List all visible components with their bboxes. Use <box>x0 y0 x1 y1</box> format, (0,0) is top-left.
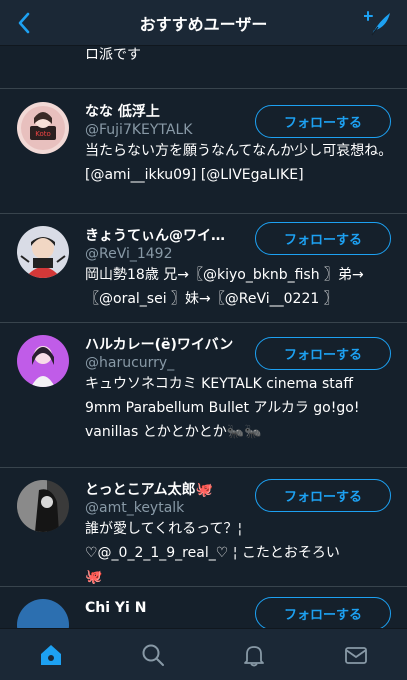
top-nav-bar: おすすめユーザー <box>0 0 407 46</box>
user-name: とっとこアム太郎🐙 <box>85 482 214 498</box>
user-bio: 岡山勢18歳 兄→〖@kiyo_bknb_fish 〗弟→〖@oral_sei … <box>85 267 364 307</box>
user-name: ハルカレー(ё)ワイバン <box>85 337 234 353</box>
user-bio: 誰が愛してくれるって？¦ ♡@_0_2_1_9_real_♡ ¦ こたとおそろい… <box>85 521 340 585</box>
user-name: Chi Yi N <box>85 600 147 616</box>
user-card[interactable]: Koto なな 低浮上 @Fuji7KEYTALK 当たらない方を願うなんてなん… <box>0 89 407 213</box>
bell-icon <box>244 645 265 666</box>
user-bio: キュウソネコカミ KEYTALK cinema staff 9mm Parabe… <box>85 376 360 440</box>
search-icon <box>142 644 164 666</box>
compose-tweet-button[interactable] <box>363 8 393 38</box>
tab-home[interactable] <box>21 635 81 675</box>
compose-feather-icon <box>364 11 390 36</box>
user-name: なな 低浮上 <box>85 104 160 120</box>
partial-bio-text: ロ派です <box>85 47 141 63</box>
avatar[interactable] <box>16 335 69 387</box>
page-title: おすすめユーザー <box>139 14 268 34</box>
recommended-users-list[interactable]: ロ派です Koto なな 低浮上 @Fuji7KEYTALK 当たらない方を願う… <box>0 46 407 628</box>
back-button[interactable] <box>10 8 38 38</box>
avatar[interactable] <box>16 480 69 532</box>
avatar[interactable] <box>16 599 69 628</box>
home-icon <box>40 644 61 665</box>
avatar[interactable] <box>16 226 69 278</box>
envelope-icon <box>345 646 368 664</box>
bottom-tab-bar <box>0 628 407 680</box>
follow-button[interactable]: フォローする <box>255 105 391 138</box>
chevron-left-icon <box>18 12 30 34</box>
follow-button[interactable]: フォローする <box>255 597 391 628</box>
tab-search[interactable] <box>123 635 183 675</box>
user-name: きょうてぃん@ワイ… <box>85 228 225 244</box>
tab-notifications[interactable] <box>224 635 284 675</box>
user-card[interactable]: とっとこアム太郎🐙 @amt_keytalk 誰が愛してくれるって？¦ ♡@_0… <box>0 468 407 586</box>
svg-text:Koto: Koto <box>35 130 51 138</box>
user-card[interactable]: きょうてぃん@ワイ… @ReVi_1492 岡山勢18歳 兄→〖@kiyo_bk… <box>0 214 407 322</box>
user-card[interactable]: Chi Yi N フォローする <box>0 587 407 628</box>
avatar[interactable]: Koto <box>16 102 69 154</box>
follow-button[interactable]: フォローする <box>255 222 391 255</box>
follow-button[interactable]: フォローする <box>255 479 391 512</box>
tab-messages[interactable] <box>326 635 386 675</box>
user-bio: 当たらない方を願うなんてなんか少し可哀想ね。 [@ami__ikku09] [@… <box>85 143 393 183</box>
user-card[interactable]: ハルカレー(ё)ワイバン @harucurry_ キュウソネコカミ KEYTAL… <box>0 323 407 467</box>
follow-button[interactable]: フォローする <box>255 337 391 370</box>
